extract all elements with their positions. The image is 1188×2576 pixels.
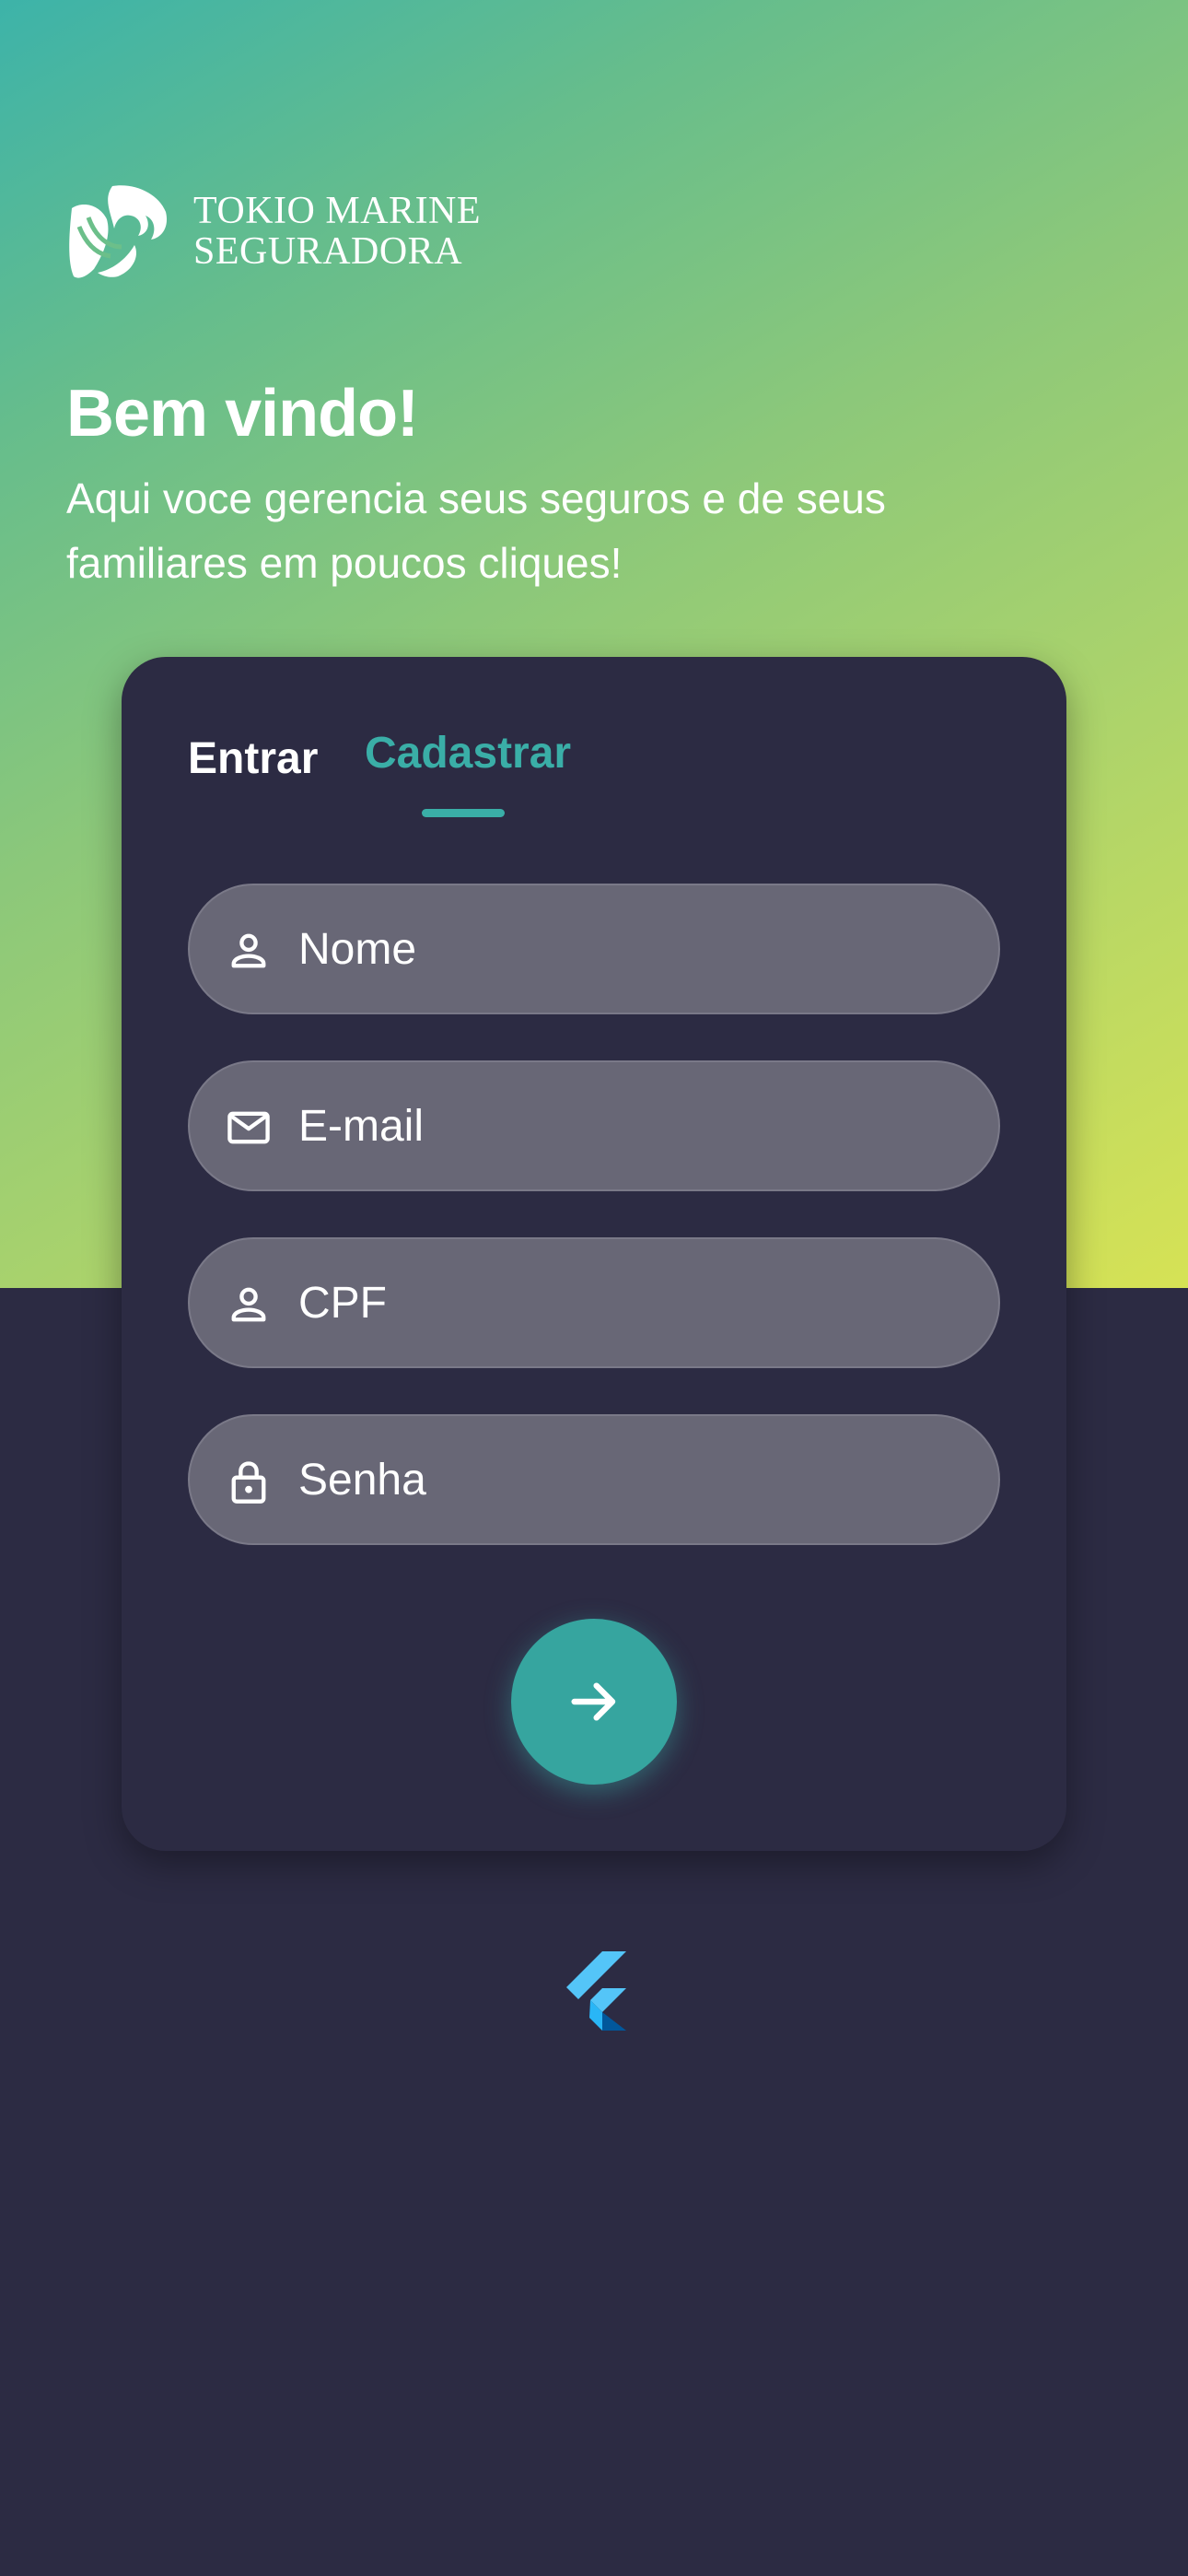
person-icon [231,1287,266,1322]
welcome-subtitle: Aqui voce gerencia seus seguros e de seu… [66,474,886,587]
brand-logo: TOKIO MARINE SEGURADORA [66,181,481,282]
password-field[interactable] [188,1414,1000,1545]
tab-login[interactable]: Entrar [188,733,318,784]
lock-icon [231,1461,266,1504]
email-input[interactable] [298,1062,961,1189]
name-field[interactable] [188,884,1000,1014]
person-icon [231,933,266,968]
password-input[interactable] [298,1416,961,1543]
tokio-marine-logo-icon [69,185,168,278]
active-tab-indicator [422,809,505,817]
submit-button[interactable] [511,1619,677,1785]
name-input[interactable] [298,885,961,1013]
arrow-right-icon [571,1682,616,1721]
mail-icon [227,1111,270,1144]
brand-name-line1: TOKIO MARINE [193,190,482,232]
cpf-field[interactable] [188,1237,1000,1368]
welcome-title: Bem vindo! [66,377,419,451]
cpf-input[interactable] [298,1239,961,1366]
flutter-logo-icon [566,1951,626,2031]
email-field[interactable] [188,1060,1000,1191]
brand-name: TOKIO MARINE SEGURADORA [193,191,481,272]
brand-name-line2: SEGURADORA [193,230,463,273]
tab-signup[interactable]: Cadastrar [365,728,571,779]
